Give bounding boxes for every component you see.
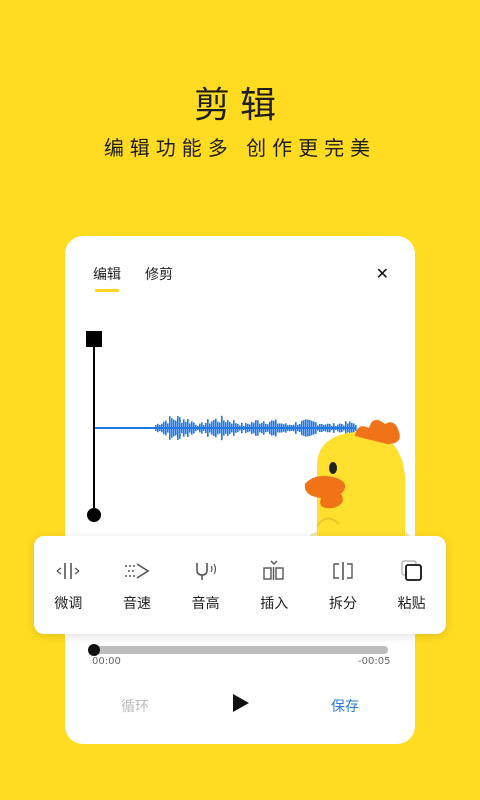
speed-button[interactable]: 音速 <box>107 557 167 613</box>
tab-trim[interactable]: 修剪 <box>145 264 173 284</box>
hero-subtitle: 编辑功能多 创作更完美 <box>103 136 377 160</box>
chick-beak <box>304 476 346 509</box>
paste-label: 粘贴 <box>397 596 426 612</box>
edit-toolbar: 微调 音速 音高 插入 拆分 粘贴 <box>34 536 446 634</box>
loop-button[interactable]: 循环 <box>121 696 149 716</box>
speed-icon <box>121 557 153 585</box>
chick-mascot <box>304 419 410 536</box>
progress-bar[interactable] <box>88 644 388 656</box>
split-button[interactable]: 拆分 <box>313 557 373 613</box>
split-label: 拆分 <box>328 596 357 612</box>
playhead-line <box>93 342 95 512</box>
tab-edit[interactable]: 编辑 <box>93 264 121 292</box>
fine-tune-button[interactable]: 微调 <box>38 557 98 613</box>
speed-label: 音速 <box>122 596 151 612</box>
editor-card: 编辑 修剪 ✕ <box>65 236 415 744</box>
pitch-button[interactable]: 音高 <box>176 557 236 613</box>
playhead-bottom-handle[interactable] <box>87 508 101 522</box>
split-icon <box>327 557 359 585</box>
current-time: 00:00 <box>92 656 121 667</box>
close-icon[interactable]: ✕ <box>376 264 389 283</box>
paste-icon <box>396 557 428 585</box>
remaining-time: -00:05 <box>358 656 391 667</box>
tab-bar: 编辑 修剪 <box>93 264 173 292</box>
play-icon <box>233 694 249 712</box>
waveform <box>155 415 357 441</box>
hero-title: 剪辑 <box>193 85 286 126</box>
chick-eye <box>329 462 337 474</box>
insert-icon <box>258 557 290 585</box>
progress-knob[interactable] <box>88 644 100 656</box>
waveform-area[interactable] <box>65 326 415 536</box>
fine-tune-icon <box>52 557 84 585</box>
fine-tune-label: 微调 <box>54 596 83 612</box>
paste-button[interactable]: 粘贴 <box>382 557 442 613</box>
play-button[interactable] <box>229 692 251 718</box>
save-button[interactable]: 保存 <box>331 696 359 716</box>
insert-label: 插入 <box>260 596 289 612</box>
insert-button[interactable]: 插入 <box>244 557 304 613</box>
pitch-label: 音高 <box>191 596 220 612</box>
playhead-handle[interactable] <box>86 331 102 522</box>
pitch-icon <box>190 557 222 585</box>
